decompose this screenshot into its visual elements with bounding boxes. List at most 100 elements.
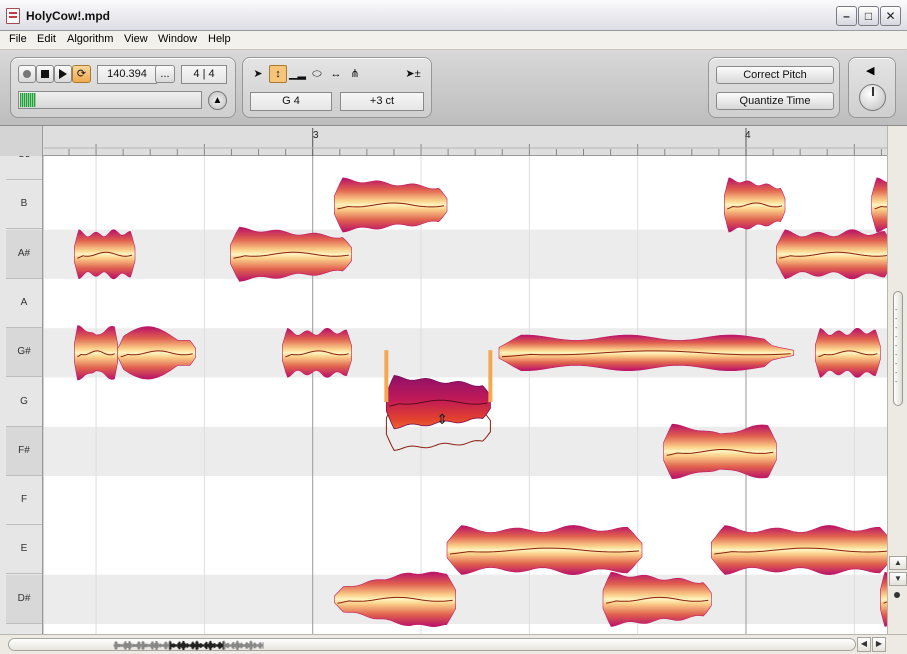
stop-button[interactable] [36,65,54,83]
loop-button[interactable]: ⟳ [72,65,91,83]
tool-time[interactable]: ↔ [327,65,345,83]
key-label: E [20,543,28,555]
menu-window[interactable]: Window [158,33,197,45]
arrow-plus-icon: ➤± [405,68,421,80]
pitch-readout: G 4 [250,92,332,111]
time-signature-field[interactable]: 4 | 4 [181,65,227,84]
key-g[interactable]: G [6,378,42,427]
note-right-handle[interactable] [488,350,493,403]
key-label: A# [17,247,31,259]
horizontal-scroll-track[interactable] [8,638,856,651]
quantize-time-button[interactable]: Quantize Time [716,92,834,110]
metronome-icon: ▲ [212,95,223,106]
title-bar[interactable]: HolyCow!.mpd – □ ✕ [0,0,907,31]
key-g-sharp[interactable]: G# [6,328,42,378]
key-d[interactable]: D [6,624,42,634]
speaker-icon: ◀ [866,65,875,77]
ruler-corner [0,126,43,156]
triangle-right-icon: ▶ [875,639,883,648]
note-blob[interactable] [446,525,643,576]
correct-pitch-button[interactable]: Correct Pitch [716,66,834,84]
menu-algorithm[interactable]: Algorithm [67,33,113,45]
tools-panel: ➤ ↕ ▁▂ ⬭ ↔ ⋔ ➤± G 4 +3 ct [242,57,432,118]
note-blob-body [446,525,643,576]
key-f[interactable]: F [6,476,42,526]
vertical-scrollbar[interactable]: --------- ▲ ▼ [887,126,907,634]
key-label: G# [17,346,31,358]
tempo-more-button[interactable]: ... [155,65,175,83]
horizontal-scrollbar[interactable]: ◀ ▶ [0,634,907,654]
maximize-icon: □ [864,9,873,23]
record-icon [23,70,31,78]
menu-view[interactable]: View [124,33,148,45]
level-meter [18,91,202,109]
zoom-dot-icon [894,592,900,598]
level-meter-fill [20,93,36,107]
pitch-row [44,278,887,329]
key-label: C5 [6,156,42,160]
bar-label-4: 4 [745,130,751,141]
tempo-field[interactable]: 140.394 [97,65,157,84]
scroll-left-button[interactable]: ◀ [857,637,871,652]
tool-pitch[interactable]: ↕ [269,65,287,83]
ruler-ticks [44,128,887,156]
note-blob-body [498,334,794,371]
key-a[interactable]: A [6,279,42,328]
key-a-sharp[interactable]: A# [6,229,42,279]
scroll-up-button[interactable]: ▲ [889,556,907,570]
note-blob-body [776,229,887,280]
tool-separation[interactable]: ⋔ [346,65,364,83]
pitch-row [44,574,887,624]
note-blob[interactable] [776,229,887,280]
metronome-button[interactable]: ▲ [208,91,227,110]
pitch-row [44,476,887,526]
minimize-icon: – [843,9,850,23]
note-blob[interactable] [711,525,887,576]
timeline-ruler[interactable]: 3 4 [0,126,907,156]
menu-help[interactable]: Help [208,33,231,45]
key-c5[interactable]: C5 [6,156,42,180]
note-blob-body [282,327,352,378]
maximize-button[interactable]: □ [858,6,879,26]
menu-edit[interactable]: Edit [37,33,56,45]
volume-panel: ◀ [848,57,896,118]
key-b[interactable]: B [6,180,42,230]
key-label: D# [17,592,31,604]
key-label: B [20,198,28,210]
tool-amplitude[interactable]: ⬭ [308,65,326,83]
triangle-down-icon: ▼ [894,574,902,583]
formant-icon: ▁▂ [289,68,306,80]
note-blob-body [711,525,887,576]
pitch-move-cursor-icon: ⇕ [436,412,448,428]
time-tool-icon: ↔ [330,68,342,80]
note-canvas[interactable]: ⇕ [44,156,887,634]
note-editor[interactable]: ⇕ [44,156,887,634]
commands-panel: Correct Pitch Quantize Time [708,57,840,118]
key-f-sharp[interactable]: F# [6,426,42,476]
pitch-keyboard: C5 B A# A G# G F# F E D# D [0,156,43,634]
amplitude-icon: ⬭ [312,68,322,80]
tool-pitch-correction[interactable]: ➤± [404,65,422,83]
note-blob[interactable] [74,229,136,280]
scroll-right-button[interactable]: ▶ [872,637,886,652]
transport-panel: ⟳ 140.394 ... 4 | 4 ▲ [10,57,236,118]
play-button[interactable] [54,65,72,83]
stop-icon [41,70,49,78]
minimize-button[interactable]: – [836,6,857,26]
record-button[interactable] [18,65,36,83]
note-blob[interactable] [815,327,881,378]
loop-icon: ⟳ [76,68,87,80]
menu-file[interactable]: File [9,33,27,45]
menu-bar: File Edit Algorithm View Window Help [0,31,907,50]
volume-knob[interactable] [859,84,886,111]
triangle-up-icon: ▲ [894,558,902,567]
note-blob[interactable] [498,334,794,371]
note-left-handle[interactable] [384,350,389,403]
scroll-down-button[interactable]: ▼ [889,572,907,586]
key-e[interactable]: E [6,525,42,575]
key-d-sharp[interactable]: D# [6,574,42,624]
close-button[interactable]: ✕ [880,6,901,26]
tool-main[interactable]: ➤ [249,65,267,83]
tool-formant[interactable]: ▁▂ [288,65,306,83]
note-blob[interactable] [282,327,352,378]
